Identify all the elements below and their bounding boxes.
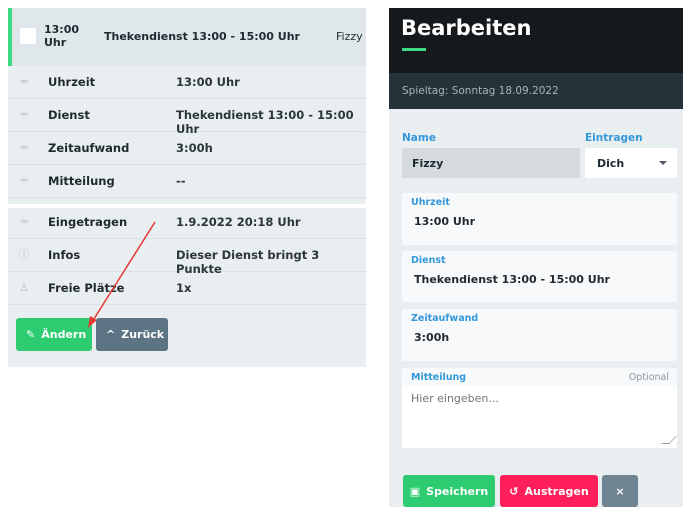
eintragen-select[interactable]: Dich: [585, 148, 677, 178]
field-label: Uhrzeit: [411, 197, 450, 208]
matchday-label: Spieltag: Sonntag 18.09.2022: [402, 85, 559, 97]
close-icon: ×: [615, 484, 625, 498]
shift-checkbox[interactable]: [20, 28, 36, 44]
save-label: Speichern: [426, 484, 489, 498]
edit-label: Ändern: [41, 328, 87, 341]
edit-panel-header: Bearbeiten: [389, 8, 683, 73]
field-value: 3:00h: [414, 331, 450, 344]
detail-value: --: [176, 174, 186, 188]
name-label: Name: [402, 132, 436, 144]
pencil-icon: ✎: [26, 328, 36, 341]
uhrzeit-field[interactable]: Uhrzeit 13:00 Uhr: [402, 193, 677, 245]
detail-value: 1x: [176, 281, 192, 295]
edit-button[interactable]: ✎ Ändern: [16, 318, 92, 351]
shift-header[interactable]: 13:00 Uhr Thekendienst 13:00 - 15:00 Uhr…: [8, 8, 366, 66]
title-accent-bar: [402, 48, 426, 51]
mitteilung-field: Mitteilung Optional: [402, 368, 677, 448]
detail-label: Freie Plätze: [48, 281, 125, 295]
detail-value: 13:00 Uhr: [176, 75, 240, 89]
remove-label: Austragen: [524, 484, 589, 498]
undo-icon: ↺: [509, 484, 519, 498]
info-icon: ⓘ: [18, 248, 30, 261]
back-button[interactable]: ^ Zurück: [96, 318, 168, 351]
field-label: Mitteilung: [411, 372, 467, 383]
drag-handle-icon: ═: [20, 174, 28, 187]
detail-value: 1.9.2022 20:18 Uhr: [176, 215, 301, 229]
detail-row-dienst: ═ Dienst Thekendienst 13:00 - 15:00 Uhr: [8, 99, 366, 136]
chevron-up-icon: ^: [106, 328, 116, 341]
drag-handle-icon: ═: [20, 108, 28, 121]
save-icon: ▣: [409, 484, 421, 498]
zeitaufwand-field[interactable]: Zeitaufwand 3:00h: [402, 309, 677, 361]
eintragen-value: Dich: [597, 157, 625, 170]
remove-button[interactable]: ↺ Austragen: [500, 475, 598, 507]
detail-row-zeitaufwand: ═ Zeitaufwand 3:00h: [8, 132, 366, 165]
detail-label: Eingetragen: [48, 215, 128, 229]
detail-row-uhrzeit: ═ Uhrzeit 13:00 Uhr: [8, 66, 366, 99]
detail-label: Infos: [48, 248, 81, 262]
edit-subheader: Spieltag: Sonntag 18.09.2022: [389, 73, 683, 109]
detail-row-mitteilung: ═ Mitteilung --: [8, 165, 366, 198]
shift-user: Fizzy: [336, 30, 363, 43]
shift-title: Thekendienst 13:00 - 15:00 Uhr: [104, 30, 300, 43]
detail-label: Uhrzeit: [48, 75, 96, 89]
shift-time: 13:00 Uhr: [44, 23, 80, 49]
detail-label: Dienst: [48, 108, 90, 122]
name-field[interactable]: Fizzy: [402, 148, 580, 178]
optional-hint: Optional: [628, 372, 669, 383]
drag-handle-icon: ═: [20, 141, 28, 154]
detail-value: 3:00h: [176, 141, 213, 155]
field-label: Dienst: [411, 255, 446, 266]
detail-label: Zeitaufwand: [48, 141, 130, 155]
dienst-field[interactable]: Dienst Thekendienst 13:00 - 15:00 Uhr: [402, 251, 677, 302]
drag-handle-icon: ═: [20, 215, 28, 228]
close-button[interactable]: ×: [602, 475, 638, 507]
chevron-down-icon: [659, 161, 667, 165]
drag-handle-icon: ═: [20, 75, 28, 88]
person-icon: ♙: [19, 281, 29, 294]
field-value: Thekendienst 13:00 - 15:00 Uhr: [414, 273, 610, 286]
save-button[interactable]: ▣ Speichern: [403, 475, 495, 507]
edit-title: Bearbeiten: [401, 16, 532, 40]
edit-panel: Bearbeiten Spieltag: Sonntag 18.09.2022 …: [389, 8, 683, 507]
shift-detail-panel: 13:00 Uhr Thekendienst 13:00 - 15:00 Uhr…: [8, 8, 366, 367]
detail-row-infos: ⓘ Infos Dieser Dienst bringt 3 Punkte: [8, 239, 366, 276]
eintragen-label: Eintragen: [585, 132, 643, 144]
field-value: 13:00 Uhr: [414, 215, 476, 228]
field-label: Zeitaufwand: [411, 313, 479, 324]
detail-row-freie-plaetze: ♙ Freie Plätze 1x: [8, 272, 366, 305]
mitteilung-textarea[interactable]: [402, 386, 677, 448]
detail-label: Mitteilung: [48, 174, 115, 188]
detail-row-eingetragen: ═ Eingetragen 1.9.2022 20:18 Uhr: [8, 206, 366, 239]
back-label: Zurück: [121, 328, 165, 341]
